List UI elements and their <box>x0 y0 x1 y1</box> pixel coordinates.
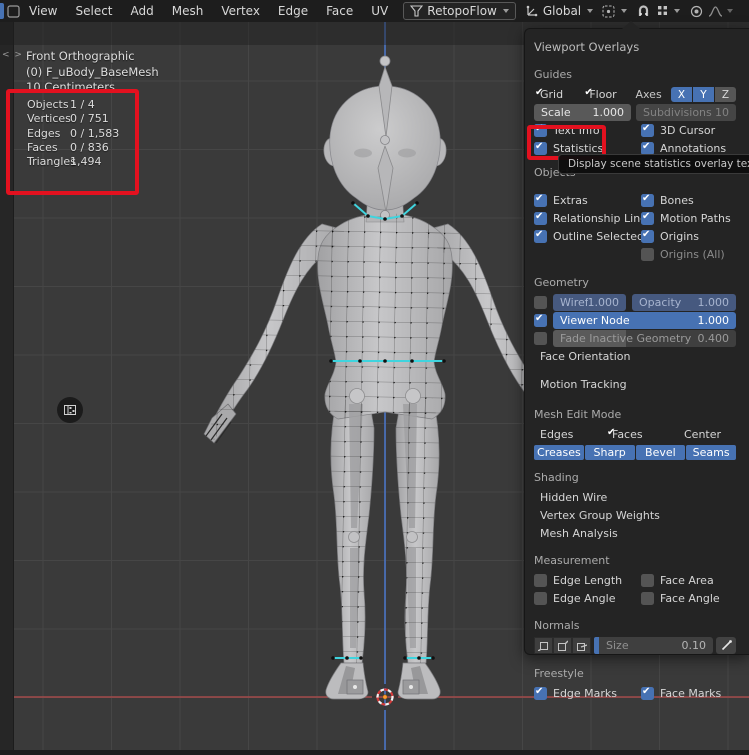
viewport-widget-icon[interactable] <box>57 397 83 423</box>
outline-selected-checkbox[interactable] <box>534 230 547 243</box>
active-object-name: (0) F_uBody_BaseMesh <box>26 65 159 81</box>
face-normal-icon <box>576 640 587 651</box>
edge-marks-checkbox[interactable] <box>534 687 547 700</box>
popover-arrow <box>622 21 640 29</box>
pivot-icon <box>602 5 615 18</box>
seams-toggle[interactable]: Seams <box>686 445 736 460</box>
3d-cursor <box>372 684 398 710</box>
proportional-group <box>687 3 733 20</box>
pivot-dropdown[interactable] <box>599 3 627 20</box>
snap-group <box>634 3 680 20</box>
axis-y-button[interactable]: Y <box>693 87 714 102</box>
statistics-highlight-box <box>6 89 139 195</box>
section-guides: Guides <box>534 68 736 81</box>
menu-select[interactable]: Select <box>66 0 121 22</box>
viewer-node-checkbox[interactable] <box>534 314 547 327</box>
snap-toggle[interactable] <box>634 3 653 20</box>
normals-size-slider[interactable]: Size0.10 <box>599 637 713 654</box>
magnet-icon <box>637 5 650 18</box>
face-marks-checkbox[interactable] <box>641 687 654 700</box>
grid-scale-slider[interactable]: Scale1.000 <box>534 104 631 121</box>
snap-mode-dropdown[interactable] <box>653 3 672 20</box>
section-geometry: Geometry <box>534 276 736 289</box>
menu-face[interactable]: Face <box>317 0 362 22</box>
face-angle-checkbox[interactable] <box>641 592 654 605</box>
section-freestyle: Freestyle <box>534 667 736 680</box>
retopoflow-icon <box>410 5 423 17</box>
3d-cursor-checkbox[interactable] <box>641 124 654 137</box>
extras-checkbox[interactable] <box>534 194 547 207</box>
opacity-slider[interactable]: Opacity1.000 <box>632 294 736 311</box>
section-normals: Normals <box>534 619 736 632</box>
panel-title: Viewport Overlays <box>534 40 736 54</box>
edge-angle-checkbox[interactable] <box>534 592 547 605</box>
menu-add[interactable]: Add <box>122 0 163 22</box>
constant-screen-size-button[interactable] <box>716 637 736 654</box>
proportional-edit-toggle[interactable] <box>687 3 706 20</box>
axes-button-group: X Y Z <box>671 87 736 102</box>
bones-checkbox[interactable] <box>641 194 654 207</box>
face-area-checkbox[interactable] <box>641 574 654 587</box>
menu-view[interactable]: View <box>20 0 66 22</box>
fade-inactive-checkbox[interactable] <box>534 332 547 345</box>
edge-length-checkbox[interactable] <box>534 574 547 587</box>
orientation-icon <box>526 5 539 17</box>
axis-x-button[interactable]: X <box>671 87 692 102</box>
tooltip: Display scene statistics overlay text. <box>558 154 749 174</box>
retopoflow-dropdown[interactable]: RetopoFlow <box>403 2 516 20</box>
base-mesh-model <box>204 56 563 699</box>
grid-glyph-icon <box>64 404 76 416</box>
transform-orientation-dropdown[interactable]: Global <box>522 3 597 19</box>
face-normals-button[interactable] <box>572 637 591 654</box>
chevron-down-icon <box>587 9 593 13</box>
section-measurement: Measurement <box>534 554 736 567</box>
split-normal-icon <box>557 640 568 651</box>
viewport-header: View Select Add Mesh Vertex Edge Face UV… <box>0 0 749 22</box>
chevron-down-icon <box>727 9 733 13</box>
vertex-normal-icon <box>538 640 549 651</box>
menu-vertex[interactable]: Vertex <box>212 0 269 22</box>
sharp-toggle[interactable]: Sharp <box>585 445 635 460</box>
chevron-down-icon <box>621 9 627 13</box>
split-normals-button[interactable] <box>553 637 572 654</box>
viewport-overlays-panel: Viewport Overlays Guides Grid Floor Axes… <box>524 28 749 655</box>
bevel-toggle[interactable]: Bevel <box>636 445 686 460</box>
wireframe-checkbox[interactable] <box>534 296 547 309</box>
menu-edge[interactable]: Edge <box>269 0 317 22</box>
creases-toggle[interactable]: Creases <box>534 445 584 460</box>
motion-paths-checkbox[interactable] <box>641 212 654 225</box>
edit-mode-toggle-group: Creases Sharp Bevel Seams <box>534 445 736 460</box>
status-strip <box>0 750 749 755</box>
chevron-down-icon <box>503 9 509 13</box>
editor-type-icon[interactable] <box>0 3 20 19</box>
origins-checkbox[interactable] <box>641 230 654 243</box>
origins-all-checkbox[interactable] <box>641 248 654 261</box>
diagonal-line-icon <box>721 640 732 651</box>
relationship-lines-checkbox[interactable] <box>534 212 547 225</box>
falloff-curve-icon <box>708 5 723 17</box>
vertex-normals-button[interactable] <box>534 637 553 654</box>
subdivisions-slider[interactable]: Subdivisions10 <box>636 104 736 121</box>
menu-uv[interactable]: UV <box>362 0 397 22</box>
axis-z-button[interactable]: Z <box>715 87 736 102</box>
proportional-icon <box>690 5 703 18</box>
blender-window: < > X Front Orthographic (0) F_uBody_Bas… <box>0 0 749 755</box>
wireframe-slider[interactable]: Wireframe1.000 <box>553 294 626 311</box>
toolbar-expander[interactable]: < > <box>2 50 23 60</box>
section-shading: Shading <box>534 471 736 484</box>
fade-inactive-slider[interactable]: Fade Inactive Geometry0.400 <box>553 330 736 347</box>
section-mesh-edit-mode: Mesh Edit Mode <box>534 408 736 421</box>
menu-mesh[interactable]: Mesh <box>163 0 213 22</box>
snap-grid-icon <box>657 5 669 17</box>
viewer-node-slider[interactable]: Viewer Node1.000 <box>553 312 736 329</box>
falloff-dropdown[interactable] <box>706 3 725 20</box>
view-name: Front Orthographic <box>26 49 159 65</box>
chevron-down-icon <box>674 9 680 13</box>
